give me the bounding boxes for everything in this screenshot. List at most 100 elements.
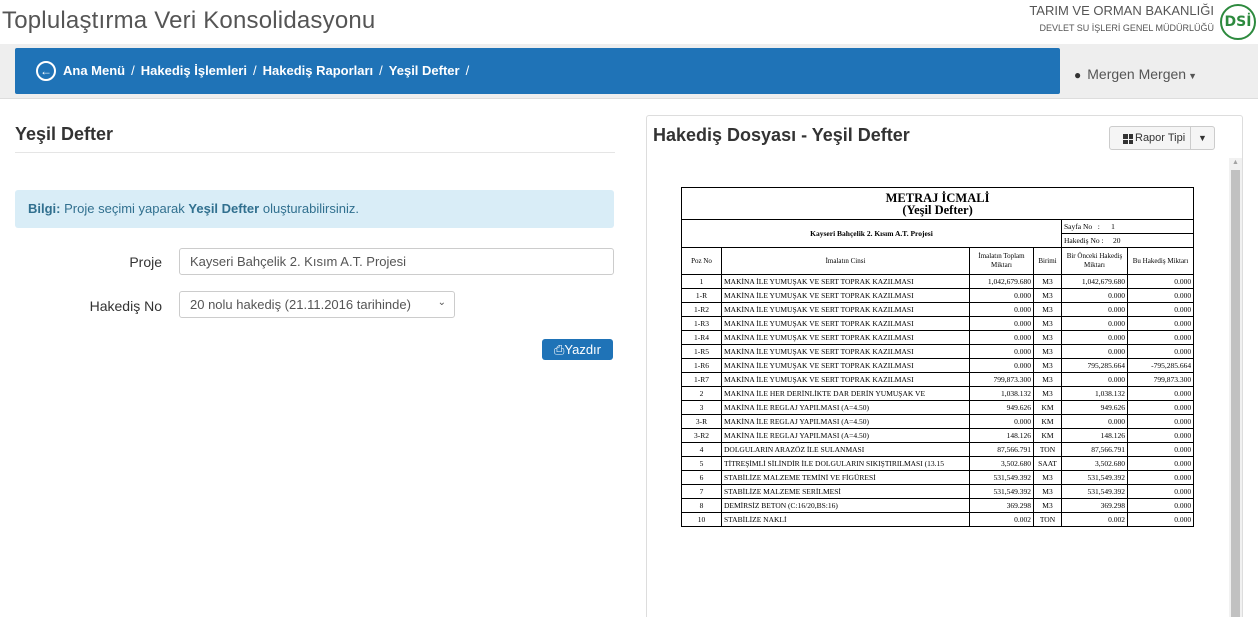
caret-down-icon[interactable]: ▼ bbox=[1190, 127, 1214, 149]
cell-toplam-miktar: 3,502.680 bbox=[969, 456, 1034, 471]
nav-band: ← Ana Menü / Hakediş İşlemleri / Hakediş Rap… bbox=[0, 44, 1258, 99]
table-row: 1-R2 MAKİNA İLE YUMUŞAK VE SERT TOPRAK KA… bbox=[681, 302, 1195, 317]
cell-bu-hakedis: 0.000 bbox=[1126, 498, 1195, 513]
breadcrumb-hakedis-islemleri[interactable]: Hakediş İşlemleri bbox=[141, 63, 247, 78]
cell-toplam-miktar: 0.000 bbox=[969, 330, 1034, 345]
cell-imalatin-cinsi: MAKİNA İLE HER DERİNLİKTE DAR DERİN YUMU… bbox=[721, 386, 970, 401]
scroll-up-icon[interactable]: ▲ bbox=[1232, 159, 1239, 166]
cell-toplam-miktar: 0.000 bbox=[969, 302, 1034, 317]
cell-birimi: M3 bbox=[1033, 330, 1062, 345]
table-row: 7 STABİLİZE MALZEME SERİLMESİ 531,549.392 M… bbox=[681, 484, 1195, 499]
cell-bu-hakedis: 0.000 bbox=[1126, 386, 1195, 401]
cell-imalatin-cinsi: DOLGULARIN ARAZÖZ İLE SULANMASI bbox=[721, 442, 970, 457]
cell-birimi: M3 bbox=[1033, 344, 1062, 359]
hakedis-no-select[interactable]: 20 nolu hakediş (21.11.2016 tarihinde) ⌄ bbox=[179, 291, 455, 318]
hakedis-no-label: Hakediş No bbox=[89, 298, 162, 314]
cell-birimi: M3 bbox=[1033, 470, 1062, 485]
table-row: 10 STABİLİZE NAKLİ 0.002 TON 0.002 0.000 bbox=[681, 512, 1195, 527]
cell-toplam-miktar: 0.000 bbox=[969, 316, 1034, 331]
breadcrumb-hakedis-raporlari[interactable]: Hakediş Raporları bbox=[263, 63, 374, 78]
table-row: 1-R4 MAKİNA İLE YUMUŞAK VE SERT TOPRAK KA… bbox=[681, 330, 1195, 345]
table-row: 1-R6 MAKİNA İLE YUMUŞAK VE SERT TOPRAK KA… bbox=[681, 358, 1195, 373]
cell-onceki-hakedis: 0.000 bbox=[1061, 330, 1128, 345]
col-onceki-hakedis: Bir Önceki Hakediş Miktarı bbox=[1061, 247, 1128, 275]
print-icon: ⎙ bbox=[553, 342, 565, 357]
cell-poz-no: 3-R2 bbox=[681, 428, 722, 443]
cell-toplam-miktar: 87,566.791 bbox=[969, 442, 1034, 457]
back-arrow-icon[interactable]: ← bbox=[36, 61, 56, 81]
breadcrumb-separator: / bbox=[465, 63, 470, 78]
cell-imalatin-cinsi: MAKİNA İLE YUMUŞAK VE SERT TOPRAK KAZILM… bbox=[721, 302, 970, 317]
cell-birimi: KM bbox=[1033, 400, 1062, 415]
breadcrumb-ana-menu[interactable]: Ana Menü bbox=[63, 63, 125, 78]
rapor-tipi-button[interactable]: Rapor Tipi ▼ bbox=[1109, 126, 1215, 150]
cell-onceki-hakedis: 1,038.132 bbox=[1061, 386, 1128, 401]
report-sheet: METRAJ İCMALİ (Yeşil Defter) Kayseri Bah… bbox=[680, 187, 1195, 527]
divider bbox=[15, 152, 615, 153]
breadcrumb-links: Ana Menü / Hakediş İşlemleri / Hakediş Rapor… bbox=[63, 63, 475, 78]
cell-birimi: SAAT bbox=[1033, 456, 1062, 471]
breadcrumb: ← Ana Menü / Hakediş İşlemleri / Hakediş Rap… bbox=[15, 48, 1060, 94]
table-row: 1-R MAKİNA İLE YUMUŞAK VE SERT TOPRAK KAZ… bbox=[681, 288, 1195, 303]
table-row: 2 MAKİNA İLE HER DERİNLİKTE DAR DERİN YUM… bbox=[681, 386, 1195, 401]
cell-bu-hakedis: 0.000 bbox=[1126, 484, 1195, 499]
cell-birimi: TON bbox=[1033, 512, 1062, 527]
table-row: 3-R2 MAKİNA İLE REGLAJ YAPILMASI (A=4.50)… bbox=[681, 428, 1195, 443]
cell-onceki-hakedis: 531,549.392 bbox=[1061, 484, 1128, 499]
cell-birimi: M3 bbox=[1033, 484, 1062, 499]
table-row: 5 TİTREŞİMLİ SİLİNDİR İLE DOLGULARIN SIKI… bbox=[681, 456, 1195, 471]
cell-toplam-miktar: 0.000 bbox=[969, 344, 1034, 359]
col-birimi: Birimi bbox=[1033, 247, 1062, 275]
cell-toplam-miktar: 0.000 bbox=[969, 288, 1034, 303]
cell-poz-no: 1-R6 bbox=[681, 358, 722, 373]
report-viewer[interactable]: METRAJ İCMALİ (Yeşil Defter) Kayseri Bah… bbox=[647, 158, 1229, 617]
cell-bu-hakedis: -795,285.664 bbox=[1126, 358, 1195, 373]
cell-bu-hakedis: 0.000 bbox=[1126, 512, 1195, 527]
cell-toplam-miktar: 0.000 bbox=[969, 358, 1034, 373]
dsi-logo: DSİ bbox=[1220, 4, 1256, 40]
org-line-1: TARIM VE ORMAN BAKANLIĞI bbox=[1029, 3, 1214, 18]
report-title-line2: (Yeşil Defter) bbox=[902, 202, 973, 217]
caret-down-icon: ▼ bbox=[1188, 71, 1197, 81]
info-alert: Bilgi: Proje seçimi yaparak Yeşil Defter… bbox=[15, 190, 614, 228]
col-bu-hakedis: Bu Hakediş Miktarı bbox=[1126, 247, 1195, 275]
cell-onceki-hakedis: 0.002 bbox=[1061, 512, 1128, 527]
cell-imalatin-cinsi: STABİLİZE NAKLİ bbox=[721, 512, 970, 527]
report-header-row: Poz No İmalatın Cinsi İmalatın Toplam Mi… bbox=[681, 247, 1195, 275]
cell-bu-hakedis: 0.000 bbox=[1126, 470, 1195, 485]
user-icon: ● bbox=[1074, 68, 1082, 82]
cell-poz-no: 2 bbox=[681, 386, 722, 401]
cell-onceki-hakedis: 369.298 bbox=[1061, 498, 1128, 513]
hakedis-no-value: 20 nolu hakediş (21.11.2016 tarihinde) bbox=[190, 297, 411, 312]
proje-input[interactable]: Kayseri Bahçelik 2. Kısım A.T. Projesi bbox=[179, 248, 614, 275]
user-menu[interactable]: ● Mergen Mergen ▼ bbox=[1074, 66, 1197, 82]
cell-birimi: M3 bbox=[1033, 386, 1062, 401]
cell-bu-hakedis: 0.000 bbox=[1126, 442, 1195, 457]
cell-poz-no: 7 bbox=[681, 484, 722, 499]
print-label: Yazdır bbox=[564, 342, 601, 357]
scrollbar[interactable]: ▲ bbox=[1229, 158, 1242, 617]
scrollbar-thumb[interactable] bbox=[1231, 170, 1240, 617]
cell-bu-hakedis: 0.000 bbox=[1126, 414, 1195, 429]
report-body: 1 MAKİNA İLE YUMUŞAK VE SERT TOPRAK KAZIL… bbox=[681, 274, 1195, 527]
org-line-2: DEVLET SU İŞLERİ GENEL MÜDÜRLÜĞÜ bbox=[1039, 23, 1214, 33]
breadcrumb-yesil-defter[interactable]: Yeşil Defter bbox=[389, 63, 460, 78]
cell-imalatin-cinsi: MAKİNA İLE YUMUŞAK VE SERT TOPRAK KAZILM… bbox=[721, 316, 970, 331]
cell-toplam-miktar: 0.000 bbox=[969, 414, 1034, 429]
cell-imalatin-cinsi: MAKİNA İLE YUMUŞAK VE SERT TOPRAK KAZILM… bbox=[721, 344, 970, 359]
cell-imalatin-cinsi: MAKİNA İLE YUMUŞAK VE SERT TOPRAK KAZILM… bbox=[721, 372, 970, 387]
cell-bu-hakedis: 0.000 bbox=[1126, 302, 1195, 317]
table-row: 4 DOLGULARIN ARAZÖZ İLE SULANMASI 87,566.7… bbox=[681, 442, 1195, 457]
report-project-name: Kayseri Bahçelik 2. Kısım A.T. Projesi bbox=[681, 219, 1062, 248]
cell-imalatin-cinsi: MAKİNA İLE YUMUŞAK VE SERT TOPRAK KAZILM… bbox=[721, 330, 970, 345]
cell-birimi: M3 bbox=[1033, 288, 1062, 303]
table-row: 1 MAKİNA İLE YUMUŞAK VE SERT TOPRAK KAZIL… bbox=[681, 274, 1195, 289]
print-button[interactable]: ⎙Yazdır bbox=[542, 339, 613, 360]
cell-toplam-miktar: 369.298 bbox=[969, 498, 1034, 513]
cell-birimi: KM bbox=[1033, 428, 1062, 443]
cell-toplam-miktar: 531,549.392 bbox=[969, 484, 1034, 499]
cell-bu-hakedis: 0.000 bbox=[1126, 400, 1195, 415]
app-title: Toplulaştırma Veri Konsolidasyonu bbox=[2, 7, 376, 34]
cell-poz-no: 1-R4 bbox=[681, 330, 722, 345]
cell-poz-no: 1-R3 bbox=[681, 316, 722, 331]
